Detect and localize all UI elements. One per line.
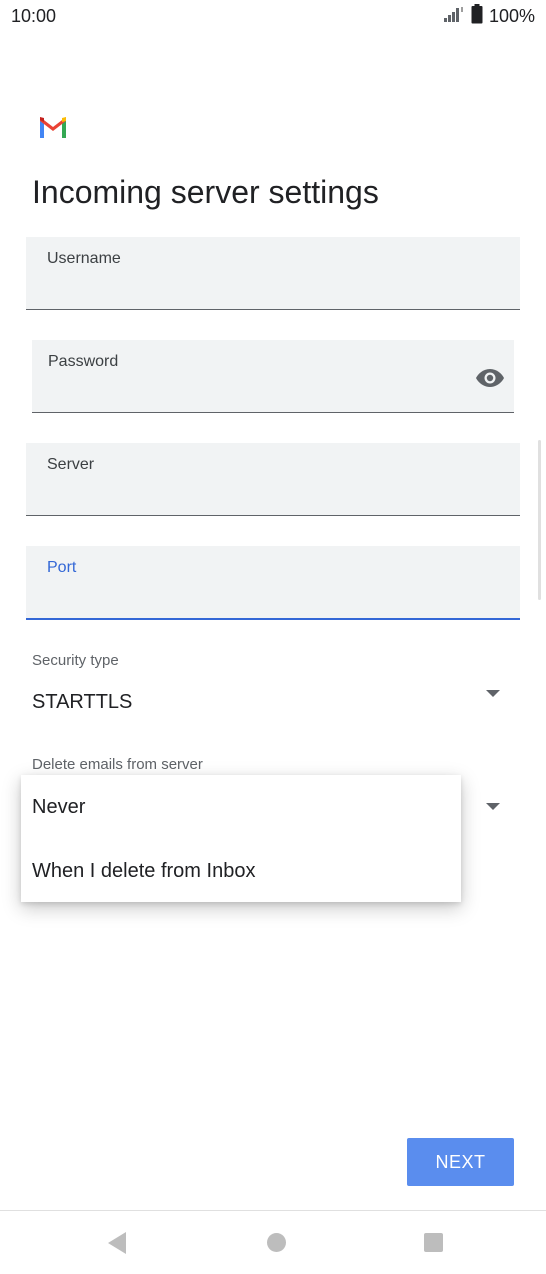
recents-icon[interactable] bbox=[424, 1233, 443, 1252]
security-type-label: Security type bbox=[32, 652, 119, 669]
nav-divider bbox=[0, 1210, 546, 1211]
battery-level: 100% bbox=[488, 5, 535, 26]
password-label: Password bbox=[48, 353, 119, 370]
server-label: Server bbox=[47, 456, 95, 473]
status-time: 10:00 bbox=[11, 6, 57, 26]
delete-emails-label: Delete emails from server bbox=[32, 756, 203, 773]
menu-item-never[interactable]: Never bbox=[32, 796, 85, 819]
scrollbar[interactable] bbox=[538, 440, 541, 600]
security-type-value: STARTTLS bbox=[32, 691, 133, 713]
eye-icon[interactable] bbox=[474, 362, 506, 394]
server-field[interactable]: Server bbox=[26, 443, 520, 516]
battery-icon bbox=[471, 3, 483, 29]
home-icon[interactable] bbox=[267, 1233, 286, 1252]
username-field[interactable]: Username bbox=[26, 237, 520, 310]
port-field[interactable]: Port bbox=[26, 546, 520, 620]
dropdown-arrow-icon[interactable] bbox=[486, 803, 500, 810]
username-label: Username bbox=[47, 250, 121, 267]
page-title: Incoming server settings bbox=[32, 174, 379, 210]
port-label: Port bbox=[47, 559, 77, 576]
signal-icon bbox=[443, 5, 465, 28]
gmail-logo bbox=[38, 116, 68, 143]
password-field[interactable]: Password bbox=[32, 340, 514, 413]
status-icons: 100% bbox=[443, 3, 535, 29]
delete-emails-dropdown-menu: Never When I delete from Inbox bbox=[21, 775, 461, 902]
dropdown-arrow-icon bbox=[486, 690, 500, 697]
next-button[interactable]: NEXT bbox=[407, 1138, 514, 1186]
menu-item-when-delete-from-inbox[interactable]: When I delete from Inbox bbox=[32, 860, 255, 883]
security-type-select[interactable]: STARTTLS bbox=[26, 680, 520, 726]
back-icon[interactable] bbox=[108, 1232, 126, 1254]
